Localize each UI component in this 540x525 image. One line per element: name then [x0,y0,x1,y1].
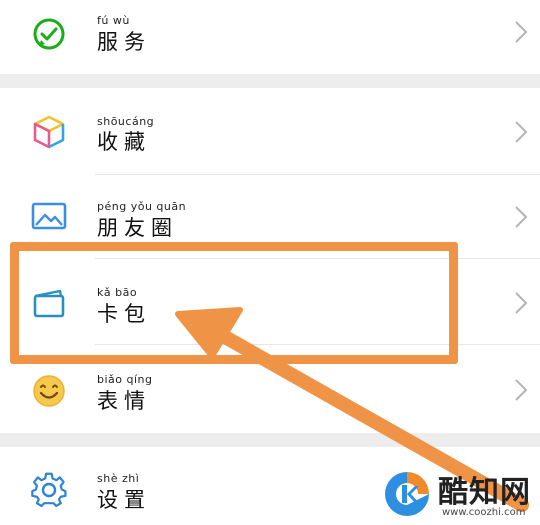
label-stickers: 表情 [97,389,151,413]
label-favorites: 收藏 [97,130,151,154]
moments-image-icon [30,197,68,235]
favorites-cube-icon [30,113,68,151]
menu-item-favorites[interactable]: shōucáng 收藏 [0,88,540,174]
menu-item-services[interactable]: fú wù 服务 [0,0,540,74]
section-separator [0,433,540,447]
section-separator [0,74,540,88]
watermark-url: www.coozhi.com [442,507,526,518]
menu-item-moments[interactable]: péng yǒu quān 朋友圈 [0,175,540,258]
wechat-pay-icon [30,16,68,54]
chevron-right-icon [514,291,528,315]
menu-item-stickers[interactable]: biǎo qíng 表情 [0,345,540,433]
watermark: 酷知网 www.coozhi.com [380,463,540,525]
smiley-icon [30,372,68,410]
chevron-right-icon [514,205,528,229]
menu-item-card-wallet[interactable]: kǎ bāo 卡包 [0,259,540,344]
coozhi-logo-icon [382,469,432,519]
chevron-right-icon [514,378,528,402]
watermark-name: 酷知网 [438,475,531,510]
label-moments: 朋友圈 [97,216,178,240]
chevron-right-icon [514,20,528,44]
label-settings: 设置 [97,488,151,512]
label-services: 服务 [97,30,151,54]
card-wallet-icon [30,285,68,323]
chevron-right-icon [514,120,528,144]
label-card-wallet: 卡包 [97,302,151,326]
gear-icon [30,471,68,509]
